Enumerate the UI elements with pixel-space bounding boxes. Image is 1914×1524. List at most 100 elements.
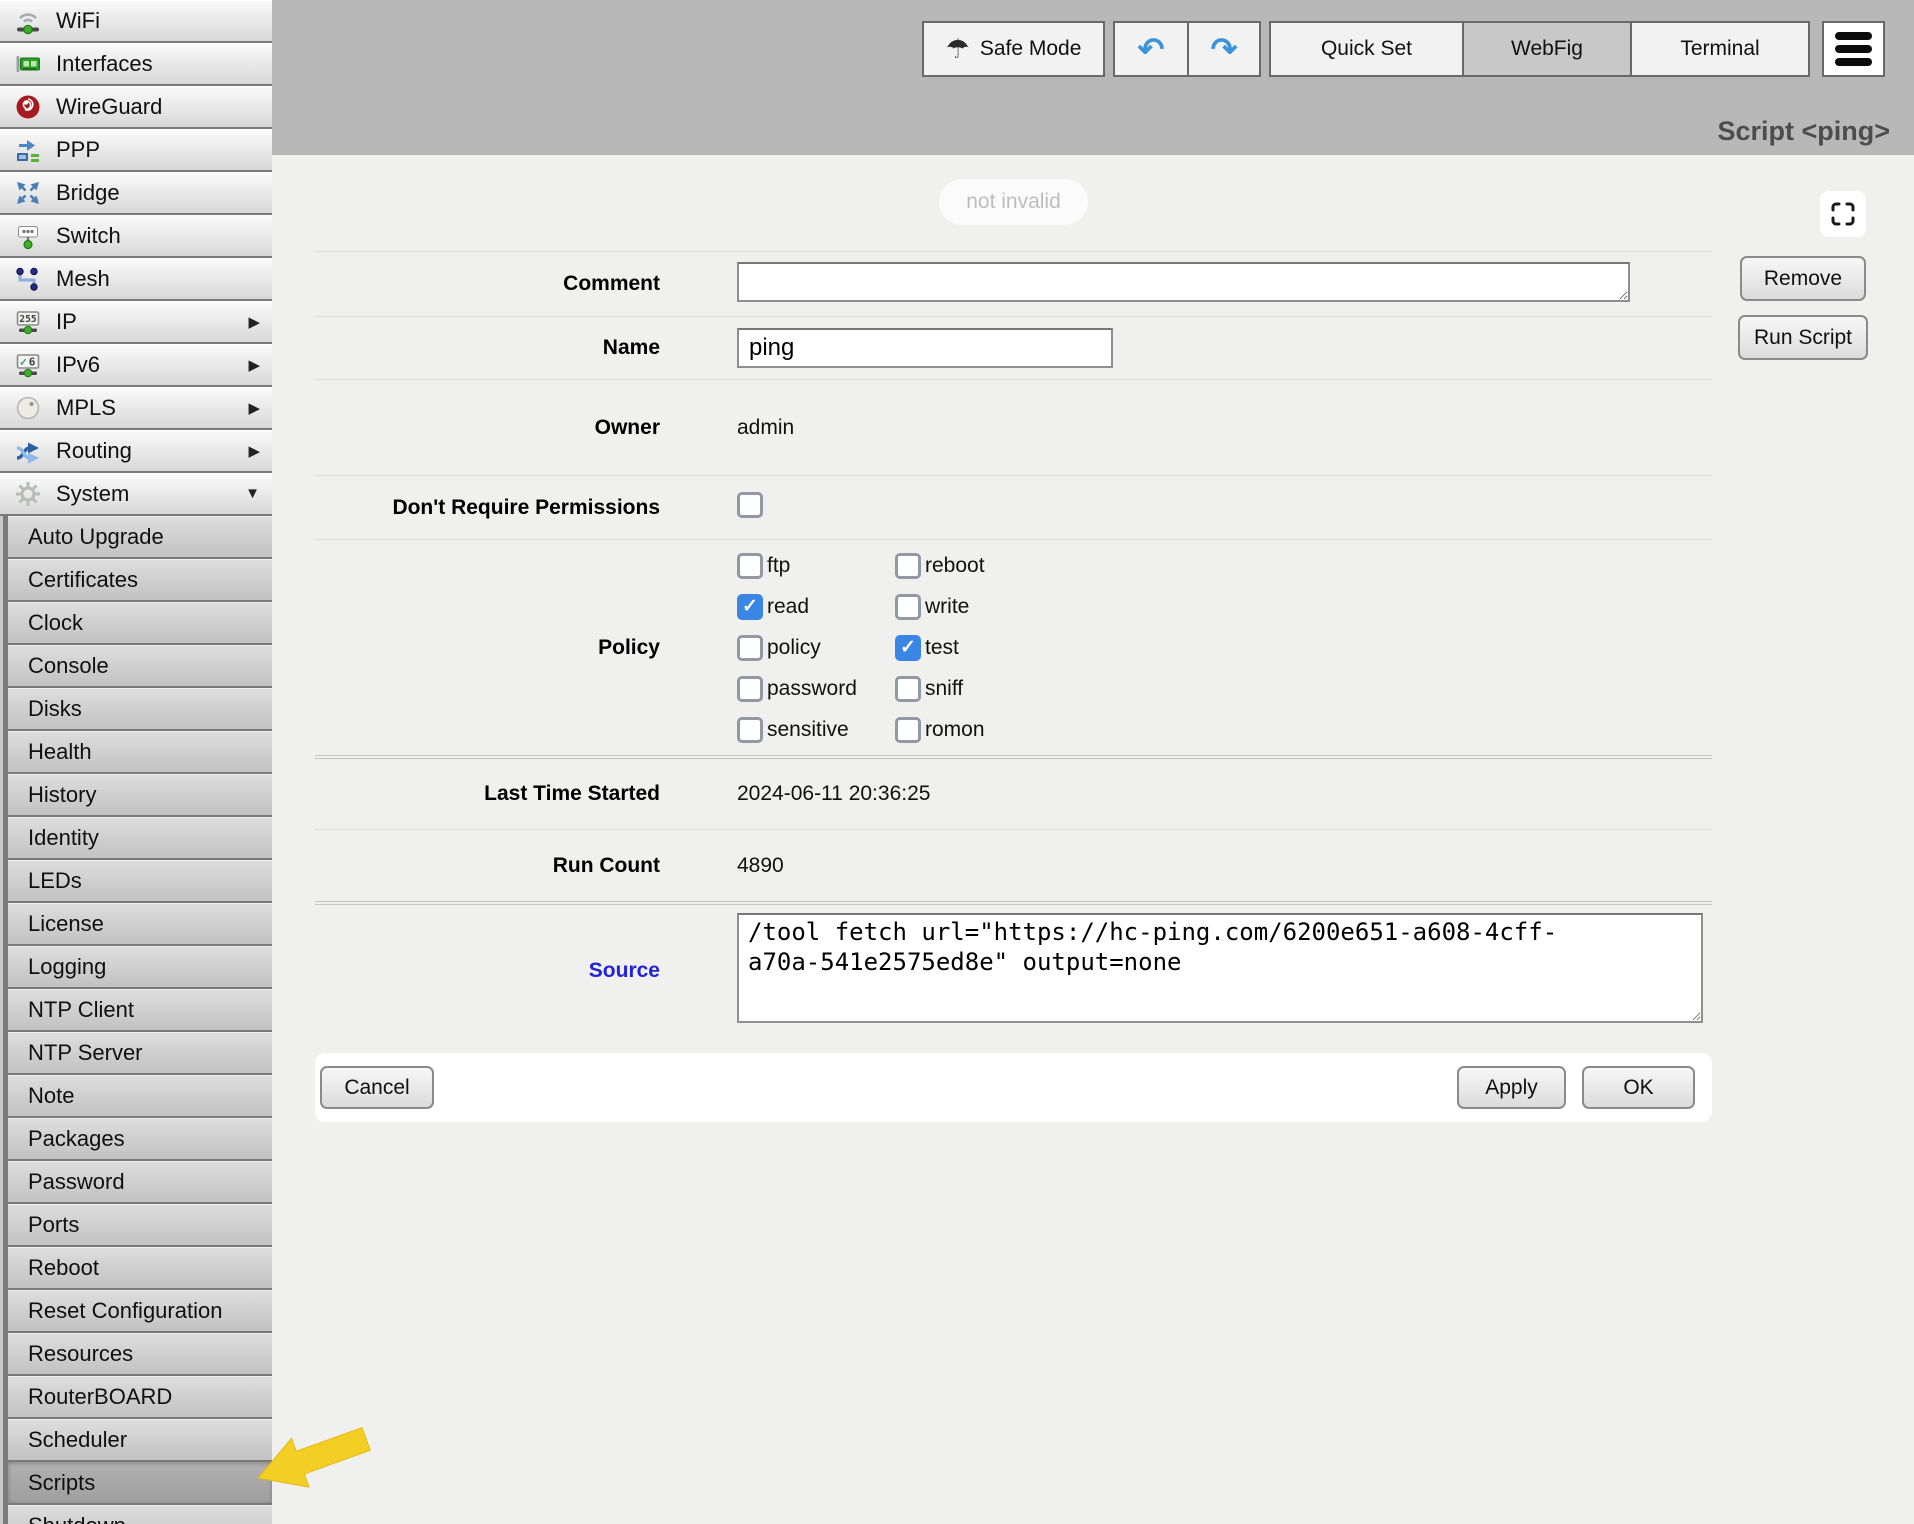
dont-require-permissions-label: Don't Require Permissions [315, 496, 737, 520]
remove-button[interactable]: Remove [1740, 256, 1866, 301]
sidebar-item-packages[interactable]: Packages [8, 1118, 272, 1159]
wireguard-icon [13, 92, 43, 122]
sidebar-item-clock[interactable]: Clock [8, 602, 272, 643]
mesh-icon [13, 264, 43, 294]
sidebar-item-wireguard[interactable]: WireGuard [0, 86, 272, 127]
sidebar-item-label: MPLS [56, 395, 116, 421]
policy-option-label: password [767, 677, 857, 701]
sidebar-item-system[interactable]: System▼ [0, 473, 272, 514]
sidebar-item-leds[interactable]: LEDs [8, 860, 272, 901]
redo-button[interactable]: ↷ [1187, 23, 1259, 75]
chevron-right-icon: ▶ [248, 442, 260, 460]
sidebar-item-note[interactable]: Note [8, 1075, 272, 1116]
sidebar-item-routerboard[interactable]: RouterBOARD [8, 1376, 272, 1417]
safe-mode-button[interactable]: ☂ Safe Mode [924, 23, 1103, 75]
policy-option-sensitive[interactable]: sensitive [737, 709, 895, 750]
comment-row: Comment [315, 251, 1712, 316]
sidebar-item-scripts[interactable]: Scripts [8, 1462, 272, 1503]
sidebar-item-license[interactable]: License [8, 903, 272, 944]
fullscreen-button[interactable] [1820, 191, 1866, 237]
sidebar-item-password[interactable]: Password [8, 1161, 272, 1202]
name-input[interactable] [737, 328, 1113, 368]
checkbox-unchecked[interactable] [737, 676, 763, 702]
sidebar-item-routing[interactable]: Routing ▶ [0, 430, 272, 471]
cancel-button[interactable]: Cancel [320, 1066, 434, 1109]
checkbox-unchecked[interactable] [737, 717, 763, 743]
tab-quick-set[interactable]: Quick Set [1271, 23, 1462, 75]
name-label: Name [315, 336, 737, 360]
status-badge: not invalid [939, 179, 1088, 225]
policy-option-ftp[interactable]: ftp [737, 545, 895, 586]
sidebar-item-certificates[interactable]: Certificates [8, 559, 272, 600]
dont-require-permissions-checkbox[interactable] [737, 492, 763, 518]
checkbox-checked[interactable]: ✓ [895, 635, 921, 661]
last-time-started-row: Last Time Started 2024-06-11 20:36:25 [315, 755, 1712, 829]
sidebar-item-label: Switch [56, 223, 121, 249]
sidebar-item-reboot[interactable]: Reboot [8, 1247, 272, 1288]
policy-option-test[interactable]: ✓test [895, 627, 1712, 668]
sidebar-item-switch[interactable]: Switch [0, 215, 272, 256]
apply-button[interactable]: Apply [1457, 1066, 1566, 1109]
sidebar-item-ppp[interactable]: PPP [0, 129, 272, 170]
run-count-row: Run Count 4890 [315, 829, 1712, 901]
sidebar-item-disks[interactable]: Disks [8, 688, 272, 729]
checkbox-checked[interactable]: ✓ [737, 594, 763, 620]
sidebar-item-identity[interactable]: Identity [8, 817, 272, 858]
sidebar-item-ip[interactable]: 255IP▶ [0, 301, 272, 342]
policy-option-romon[interactable]: romon [895, 709, 1712, 750]
sidebar-item-wifi[interactable]: WiFi [0, 0, 272, 41]
sidebar-item-history[interactable]: History [8, 774, 272, 815]
sidebar-item-ntp-client[interactable]: NTP Client [8, 989, 272, 1030]
sidebar-item-label: Routing [56, 438, 132, 464]
run-count-value: 4890 [737, 854, 1712, 878]
fullscreen-icon [1830, 201, 1856, 227]
source-input[interactable]: /tool fetch url="https://hc-ping.com/620… [737, 913, 1703, 1023]
policy-option-label: ftp [767, 554, 790, 578]
checkbox-unchecked[interactable] [737, 553, 763, 579]
comment-input[interactable] [737, 262, 1630, 302]
main-content: not invalid Remove Run Script Comment Na… [272, 155, 1914, 1524]
sidebar-item-bridge[interactable]: Bridge [0, 172, 272, 213]
last-time-started-value: 2024-06-11 20:36:25 [737, 782, 1712, 806]
sidebar-item-ports[interactable]: Ports [8, 1204, 272, 1245]
sidebar-item-console[interactable]: Console [8, 645, 272, 686]
sidebar-item-label: System [56, 481, 129, 507]
sidebar-item-auto-upgrade[interactable]: Auto Upgrade [8, 516, 272, 557]
checkbox-unchecked[interactable] [895, 594, 921, 620]
dont-require-permissions-row: Don't Require Permissions [315, 475, 1712, 539]
checkbox-unchecked[interactable] [895, 676, 921, 702]
run-script-button[interactable]: Run Script [1738, 315, 1868, 360]
sidebar-item-reset-configuration[interactable]: Reset Configuration [8, 1290, 272, 1331]
checkbox-unchecked[interactable] [895, 717, 921, 743]
mpls-icon [13, 393, 43, 423]
checkbox-unchecked[interactable] [895, 553, 921, 579]
sidebar-item-ntp-server[interactable]: NTP Server [8, 1032, 272, 1073]
page-title: Script <ping> [1717, 116, 1890, 147]
checkbox-unchecked[interactable] [737, 635, 763, 661]
ok-button[interactable]: OK [1582, 1066, 1695, 1109]
tab-webfig[interactable]: WebFig [1462, 23, 1630, 75]
policy-option-label: write [925, 595, 969, 619]
sidebar-item-mpls[interactable]: MPLS▶ [0, 387, 272, 428]
undo-button[interactable]: ↶ [1115, 23, 1187, 75]
sidebar-item-shutdown[interactable]: Shutdown [8, 1505, 272, 1524]
sidebar-item-mesh[interactable]: Mesh [0, 258, 272, 299]
ppp-icon [13, 135, 43, 165]
sidebar-item-interfaces[interactable]: Interfaces [0, 43, 272, 84]
sidebar-item-label: IPv6 [56, 352, 100, 378]
sidebar-item-logging[interactable]: Logging [8, 946, 272, 987]
sidebar-item-resources[interactable]: Resources [8, 1333, 272, 1374]
sidebar-item-health[interactable]: Health [8, 731, 272, 772]
hamburger-menu-button[interactable] [1822, 21, 1885, 77]
policy-option-reboot[interactable]: reboot [895, 545, 1712, 586]
policy-option-write[interactable]: write [895, 586, 1712, 627]
ipv6-icon: ✓6 [13, 350, 43, 380]
policy-option-label: romon [925, 718, 985, 742]
policy-option-sniff[interactable]: sniff [895, 668, 1712, 709]
sidebar-item-ipv6[interactable]: ✓6IPv6▶ [0, 344, 272, 385]
policy-option-password[interactable]: password [737, 668, 895, 709]
policy-option-read[interactable]: ✓read [737, 586, 895, 627]
policy-option-policy[interactable]: policy [737, 627, 895, 668]
sidebar-item-scheduler[interactable]: Scheduler [8, 1419, 272, 1460]
tab-terminal[interactable]: Terminal [1630, 23, 1808, 75]
